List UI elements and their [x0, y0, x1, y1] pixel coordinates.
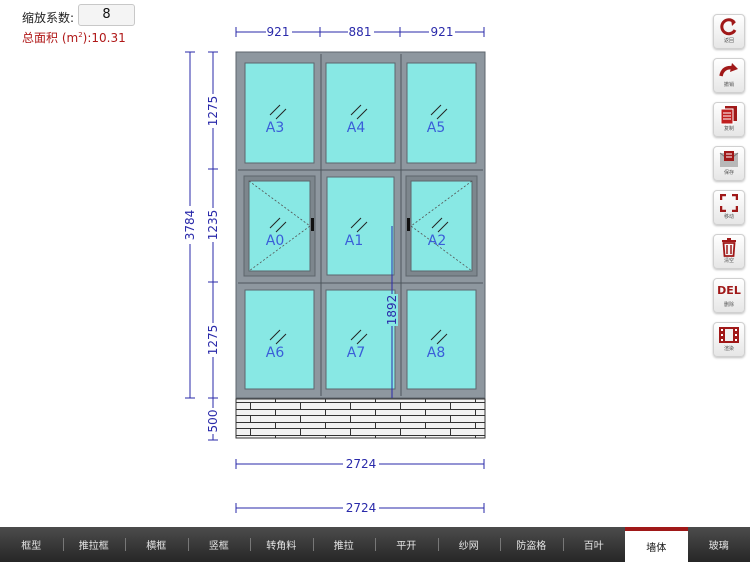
undo-button[interactable]: 撤销 [713, 58, 745, 93]
left-total-dim: 3784 [183, 210, 197, 241]
svg-text:A3: A3 [266, 120, 284, 136]
svg-text:A1: A1 [345, 233, 363, 249]
tab-screen[interactable]: 纱网 [437, 527, 501, 562]
tab-glass[interactable]: 玻璃 [688, 527, 750, 562]
render-button[interactable]: 渲染 [713, 322, 745, 357]
delete-icon-text: DEL [717, 284, 741, 297]
top-dim-col-2: 881 [349, 25, 372, 39]
svg-text:A4: A4 [347, 120, 366, 136]
pane-a1[interactable]: A1 [326, 176, 395, 276]
render-film-icon [719, 324, 739, 346]
tab-casement[interactable]: 平开 [375, 527, 438, 562]
delete-button[interactable]: DEL 删除 [713, 278, 745, 313]
delete-icon: DEL [717, 280, 741, 302]
copy-icon [720, 104, 738, 126]
bottom-dim-1: 2724 [346, 457, 377, 471]
pane-a6[interactable]: A6 [244, 289, 315, 390]
back-button[interactable]: 返回 [713, 14, 745, 49]
left-dim-row-3: 1275 [206, 325, 220, 356]
tab-mullion[interactable]: 竖框 [187, 527, 251, 562]
pane-a2-casement[interactable]: A2 [410, 180, 473, 272]
copy-button-label: 复制 [723, 126, 734, 132]
clear-button-label: 清空 [723, 258, 734, 264]
pane-a4[interactable]: A4 [325, 62, 396, 164]
left-dim-wall: 500 [206, 410, 220, 433]
svg-text:A5: A5 [427, 120, 445, 136]
back-button-label: 返回 [723, 38, 734, 44]
tab-louver[interactable]: 百叶 [562, 527, 626, 562]
bottom-tab-bar: 框型 推拉框 横框 竖框 转角料 推拉 平开 纱网 防盗格 百叶 墙体 玻璃 [0, 527, 750, 562]
trash-icon [721, 236, 737, 258]
top-dim-col-1: 921 [267, 25, 290, 39]
move-button-label: 移动 [723, 214, 734, 220]
undo-arrow-icon [719, 16, 739, 38]
tab-frame-type[interactable]: 框型 [0, 527, 63, 562]
move-icon [720, 192, 738, 214]
svg-text:A7: A7 [347, 345, 365, 361]
undo-button-label: 撤销 [723, 82, 734, 88]
tab-wall[interactable]: 墙体 [625, 527, 688, 562]
mullion-dim: 1892 [385, 295, 399, 326]
delete-button-label: 删除 [723, 302, 734, 308]
save-button-label: 保存 [723, 170, 734, 176]
pane-a5[interactable]: A5 [406, 62, 477, 164]
window-drawing-canvas[interactable]: 921 881 921 3784 1275 1235 1275 500 A3 A… [0, 0, 700, 527]
svg-text:A6: A6 [266, 345, 285, 361]
top-dim-col-3: 921 [431, 25, 454, 39]
svg-text:A0: A0 [266, 233, 284, 249]
tab-sliding-frame[interactable]: 推拉框 [62, 527, 126, 562]
render-button-label: 渲染 [723, 346, 734, 352]
copy-button[interactable]: 复制 [713, 102, 745, 137]
svg-text:A2: A2 [428, 233, 446, 249]
a0-handle-icon [311, 218, 314, 231]
pane-a0-casement[interactable]: A0 [248, 180, 311, 272]
svg-text:A8: A8 [427, 345, 445, 361]
pane-a3[interactable]: A3 [244, 62, 315, 164]
save-icon [719, 148, 739, 170]
a2-handle-icon [407, 218, 410, 231]
save-button[interactable]: 保存 [713, 146, 745, 181]
wall-block[interactable] [235, 398, 486, 439]
tab-transom[interactable]: 横框 [125, 527, 188, 562]
move-button[interactable]: 移动 [713, 190, 745, 225]
left-dim-row-1: 1275 [206, 96, 220, 127]
tab-corner-profile[interactable]: 转角料 [250, 527, 313, 562]
tab-security-grille[interactable]: 防盗格 [500, 527, 563, 562]
bottom-dim-2: 2724 [346, 501, 377, 515]
left-dim-row-2: 1235 [206, 210, 220, 241]
right-toolbar: 返回 撤销 复制 保存 移动 清空 DEL 删除 渲染 [713, 14, 747, 366]
pane-a8[interactable]: A8 [406, 289, 477, 390]
redo-arrow-icon [718, 60, 740, 82]
clear-button[interactable]: 清空 [713, 234, 745, 269]
tab-sliding[interactable]: 推拉 [312, 527, 376, 562]
